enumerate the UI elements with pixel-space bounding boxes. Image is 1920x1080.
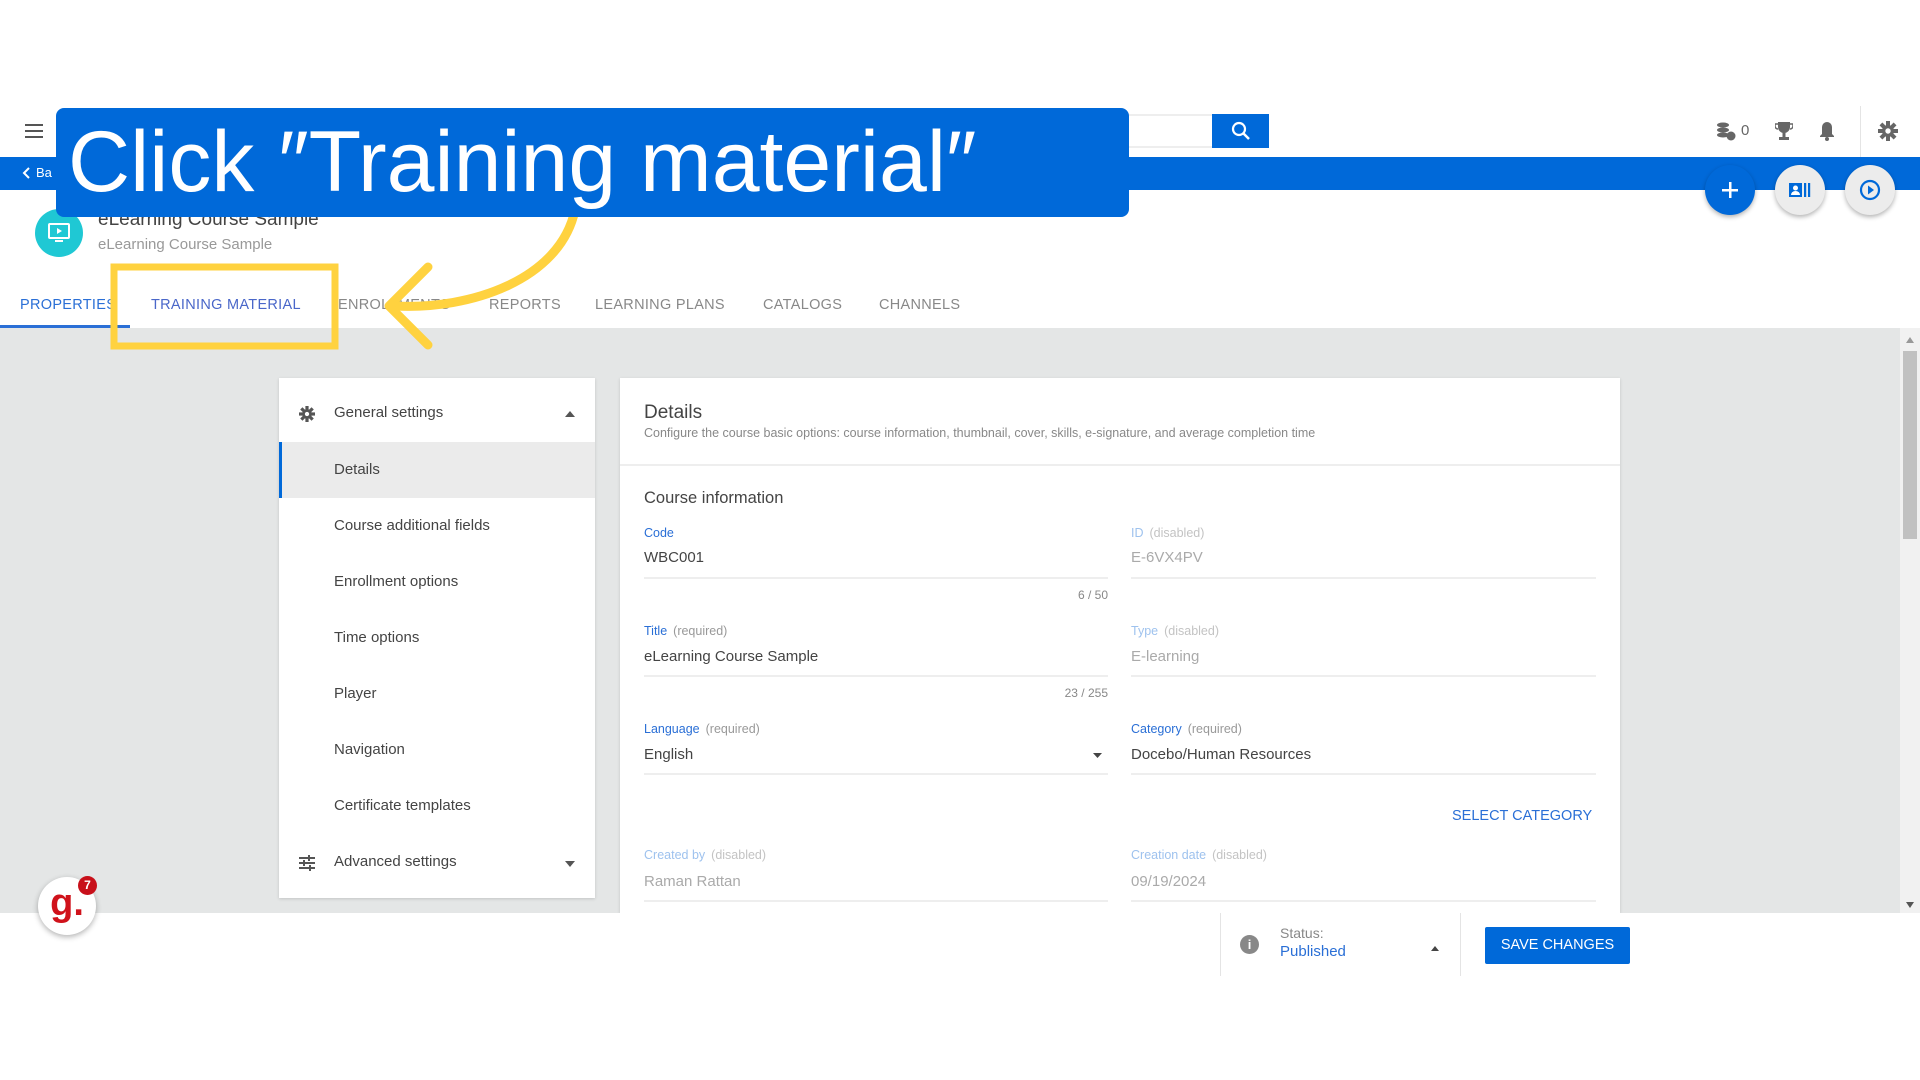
highlight-box (110, 263, 339, 350)
instruction-text: Click ″Training material″ (68, 114, 977, 210)
annotation-curve (390, 205, 580, 311)
instruction-banner: Click ″Training material″ (56, 108, 1129, 217)
